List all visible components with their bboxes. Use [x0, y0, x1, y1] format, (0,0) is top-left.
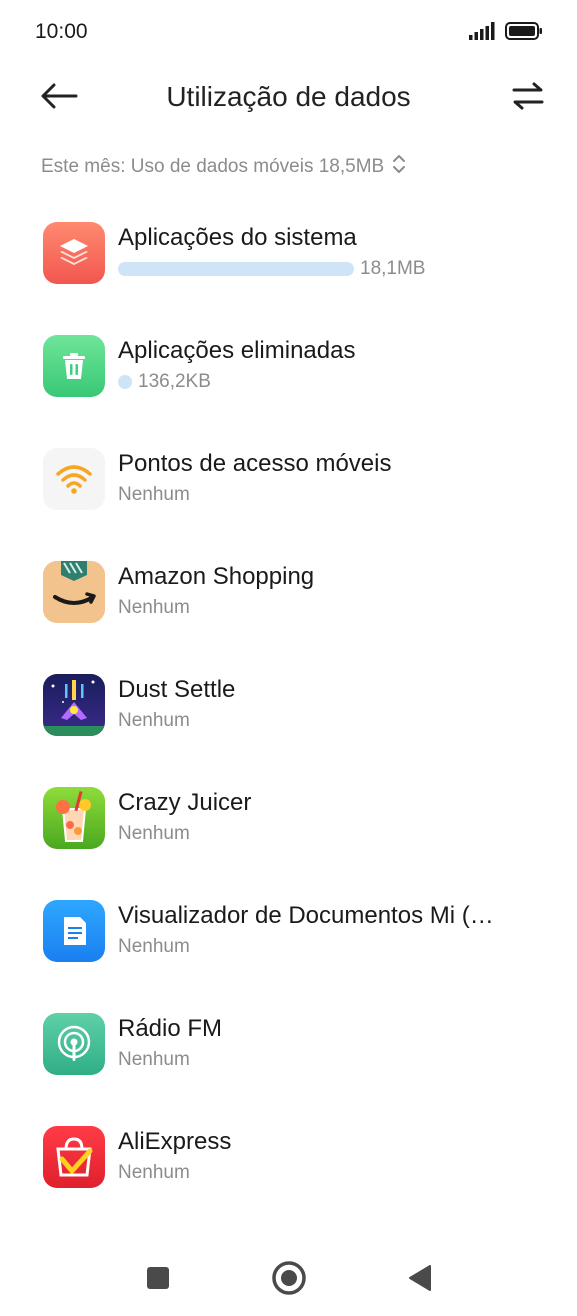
list-item-dust-settle[interactable]: Dust Settle Nenhum — [0, 652, 577, 765]
app-name: Crazy Juicer — [118, 789, 252, 816]
radio-fm-icon — [43, 1013, 105, 1075]
app-usage: Nenhum — [118, 597, 190, 618]
list-item-amazon-shopping[interactable]: Amazon Shopping Nenhum — [0, 539, 577, 652]
list-item-radio-fm[interactable]: Rádio FM Nenhum — [0, 991, 577, 1104]
trash-icon — [43, 335, 105, 397]
app-usage: 136,2KB — [118, 371, 211, 393]
usage-value: 136,2KB — [138, 371, 211, 392]
usage-value: 18,1MB — [360, 258, 426, 279]
app-name: Rádio FM — [118, 1015, 223, 1042]
signal-icon — [469, 22, 497, 45]
app-usage: Nenhum — [118, 710, 190, 731]
list-item-crazy-juicer[interactable]: Crazy Juicer Nenhum — [0, 765, 577, 878]
list-item-deleted-apps[interactable]: Aplicações eliminadas 136,2KB — [0, 313, 577, 426]
usage-dot — [118, 375, 132, 389]
list-item-system-apps[interactable]: Aplicações do sistema 18,1MB — [0, 200, 577, 313]
app-name: Dust Settle — [118, 676, 236, 703]
list-item-mi-document-viewer[interactable]: Visualizador de Documentos Mi (… Nenhum — [0, 878, 577, 991]
app-usage: Nenhum — [118, 936, 190, 957]
amazon-icon — [43, 561, 105, 623]
wifi-icon — [43, 448, 105, 510]
aliexpress-icon — [43, 1126, 105, 1188]
mi-document-icon — [43, 900, 105, 962]
app-name: Aplicações do sistema — [118, 224, 357, 251]
list-item-aliexpress[interactable]: AliExpress Nenhum — [0, 1104, 577, 1217]
status-bar: 10:00 — [0, 0, 577, 64]
square-icon — [147, 1267, 169, 1289]
dust-settle-icon — [43, 674, 105, 736]
app-usage-list: Aplicações do sistema 18,1MB Aplicações … — [0, 200, 577, 1217]
app-name: AliExpress — [118, 1128, 232, 1155]
app-usage: 18,1MB — [118, 258, 425, 280]
home-button[interactable] — [269, 1258, 309, 1298]
list-item-hotspot[interactable]: Pontos de acesso móveis Nenhum — [0, 426, 577, 539]
swap-arrows-icon — [512, 82, 544, 110]
app-name: Pontos de acesso móveis — [118, 450, 392, 477]
month-usage-label: Este mês: Uso de dados móveis 18,5MB — [41, 156, 385, 177]
crazy-juicer-icon — [43, 787, 105, 849]
app-name: Amazon Shopping — [118, 563, 315, 590]
page-title: Utilização de dados — [166, 81, 411, 112]
usage-bar — [118, 262, 354, 276]
triangle-back-icon — [409, 1265, 431, 1291]
status-icons — [469, 22, 543, 45]
app-usage: Nenhum — [118, 484, 190, 505]
month-selector[interactable]: Este mês: Uso de dados móveis 18,5MB — [41, 154, 406, 180]
battery-icon — [505, 22, 543, 45]
chevron-updown-icon — [392, 154, 406, 180]
recents-button[interactable] — [138, 1258, 178, 1298]
app-name: Aplicações eliminadas — [118, 337, 356, 364]
layers-icon — [43, 222, 105, 284]
status-time: 10:00 — [35, 20, 88, 43]
app-name: Visualizador de Documentos Mi (… — [118, 902, 494, 929]
app-usage: Nenhum — [118, 1049, 190, 1070]
navigation-bar — [0, 1240, 577, 1316]
sort-button[interactable] — [509, 78, 547, 114]
app-usage: Nenhum — [118, 823, 190, 844]
app-usage: Nenhum — [118, 1162, 190, 1183]
header: Utilização de dados — [0, 64, 577, 130]
back-nav-button[interactable] — [400, 1258, 440, 1298]
home-circle-icon — [272, 1261, 306, 1295]
